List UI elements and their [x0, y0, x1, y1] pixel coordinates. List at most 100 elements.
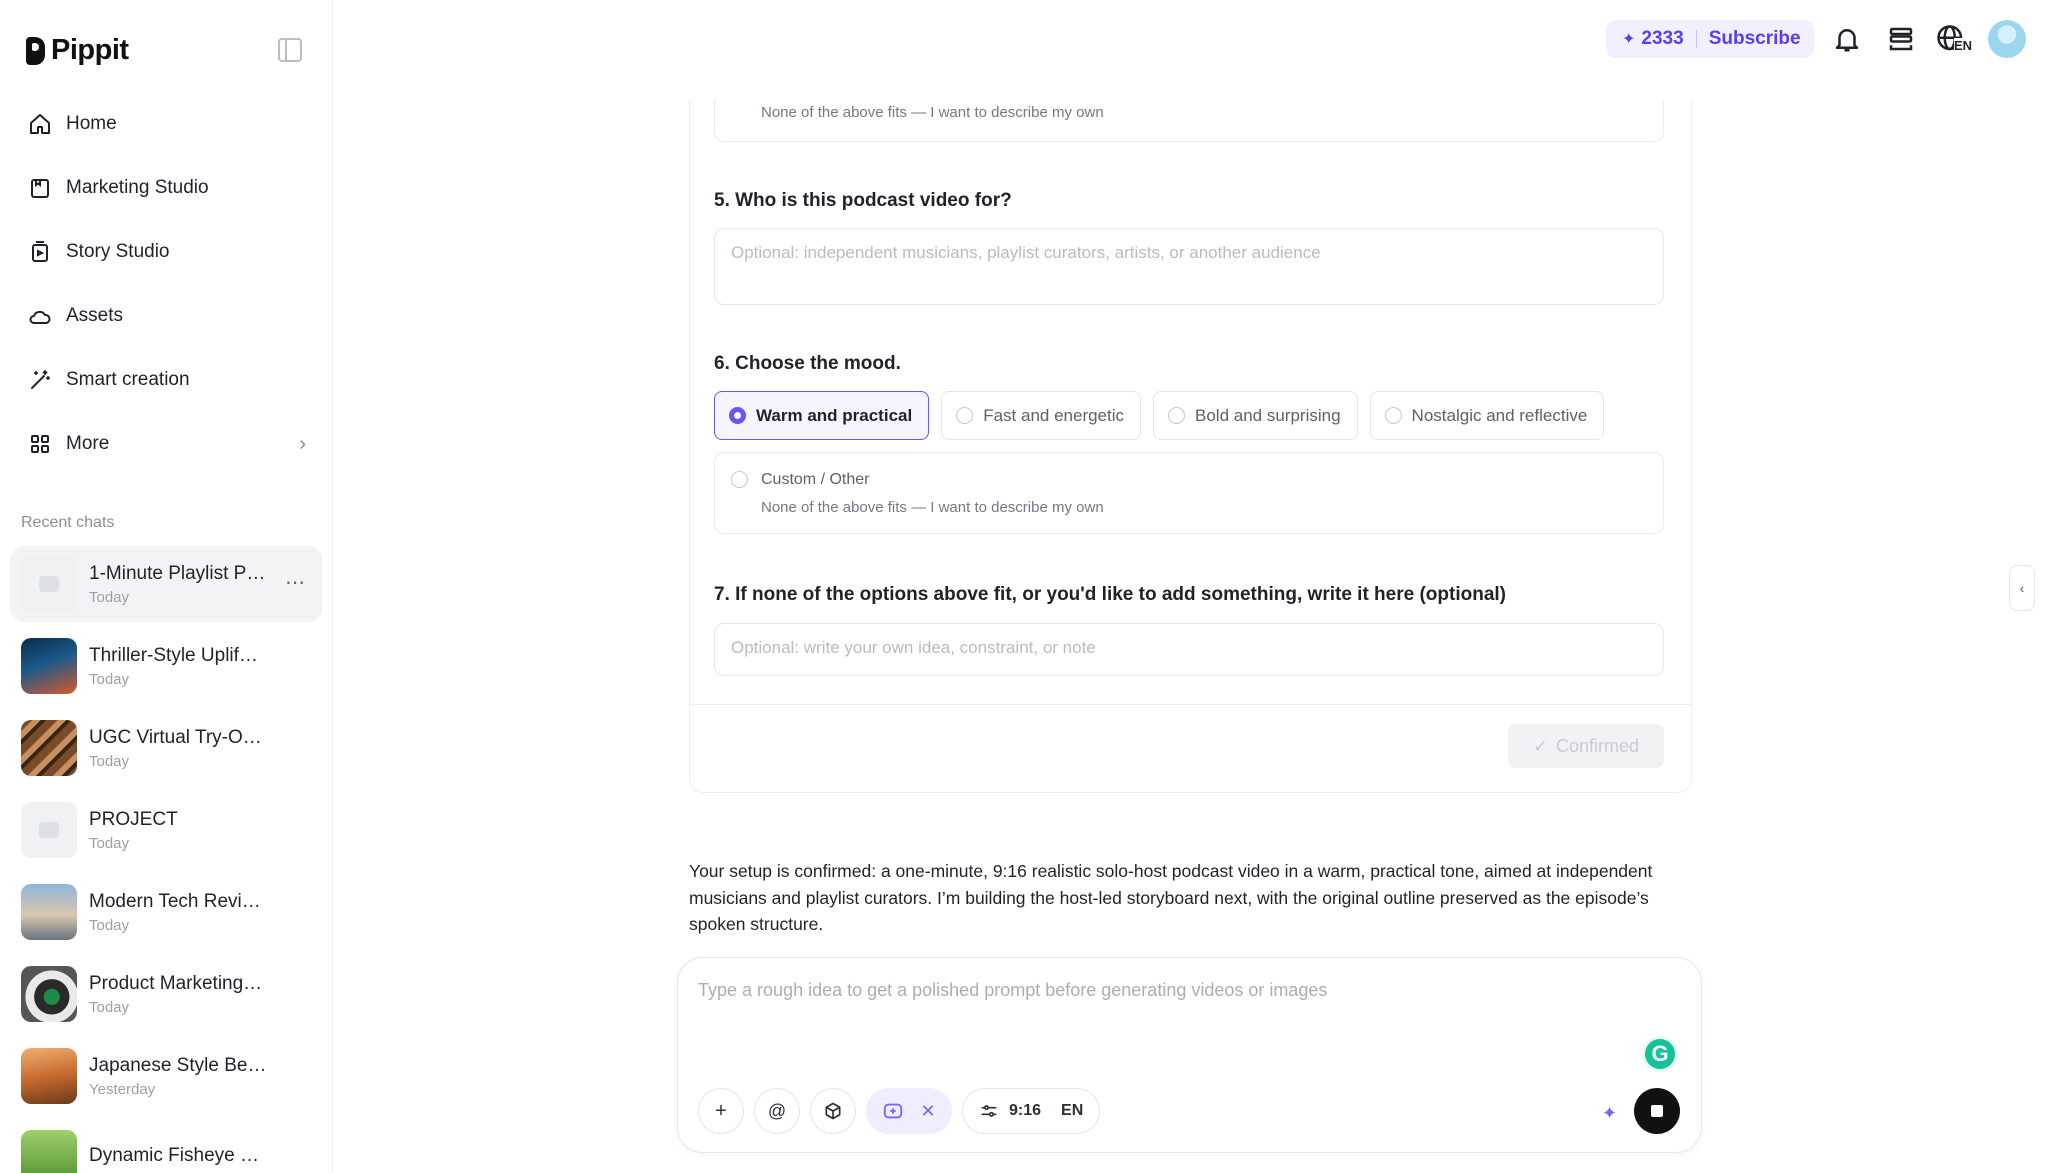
mention-button[interactable]: @ — [754, 1088, 800, 1134]
agent-mode-icon — [884, 1103, 903, 1119]
mood-option-custom[interactable]: Custom / Other None of the above fits — … — [714, 452, 1664, 534]
home-icon — [30, 114, 50, 134]
nav-item-home[interactable]: Home — [16, 100, 316, 148]
chat-item[interactable]: Thriller-Style Uplif… Today — [10, 628, 322, 704]
cloud-icon — [29, 310, 51, 324]
nav-item-story-studio[interactable]: Story Studio — [16, 228, 316, 276]
radio-selected-icon — [729, 407, 746, 424]
chevron-left-icon[interactable]: ‹ — [2009, 565, 2035, 611]
chat-item[interactable]: 1-Minute Playlist P… Today ⋯ — [10, 546, 322, 622]
nav-label: Smart creation — [66, 369, 190, 390]
at-icon: @ — [767, 1100, 787, 1121]
language-label: EN — [1954, 38, 1973, 53]
nav-label: Marketing Studio — [66, 177, 209, 198]
chat-title: Modern Tech Revi… — [89, 890, 261, 912]
chat-time: Yesterday — [89, 1080, 156, 1098]
agent-mode-chip[interactable]: ✕ — [866, 1088, 952, 1134]
app-name: Pippit — [51, 34, 129, 66]
grammarly-icon[interactable]: G — [1642, 1036, 1678, 1072]
cube-icon — [825, 1102, 841, 1120]
grid-icon — [31, 435, 49, 453]
chat-title: 1-Minute Playlist P… — [89, 562, 266, 584]
video-settings-button[interactable]: 9:16 EN — [962, 1088, 1101, 1134]
mood-label: Bold and surprising — [1195, 405, 1341, 425]
chat-thumbnail — [21, 966, 77, 1022]
mood-option-warm-practical[interactable]: Warm and practical — [714, 391, 930, 440]
chat-item[interactable]: UGC Virtual Try-O… Today — [10, 710, 322, 786]
chat-time: Today — [89, 998, 130, 1016]
mood-option-nostalgic-reflective[interactable]: Nostalgic and reflective — [1369, 391, 1605, 440]
bell-icon[interactable] — [1832, 24, 1862, 54]
calendar-icon — [31, 179, 49, 198]
radio-icon — [731, 471, 748, 488]
question-6-title: 6. Choose the mood. — [714, 353, 901, 374]
chat-item[interactable]: PROJECT Today — [10, 792, 322, 868]
sparkle-icon: ✦ — [1622, 31, 1636, 48]
radio-icon — [1168, 407, 1186, 424]
sidebar: Pippit Home Marketing Studio Story Studi… — [0, 0, 333, 1173]
chat-thumbnail — [21, 720, 77, 776]
nav-item-marketing-studio[interactable]: Marketing Studio — [16, 164, 316, 212]
chat-title: Dynamic Fisheye … — [89, 1145, 259, 1166]
nav-item-smart-creation[interactable]: Smart creation — [16, 356, 316, 404]
model-button[interactable] — [810, 1088, 856, 1134]
stop-generation-button[interactable] — [1634, 1088, 1680, 1134]
additional-notes-input[interactable]: Optional: write your own idea, constrain… — [714, 623, 1664, 676]
app-logo[interactable]: Pippit — [26, 34, 129, 67]
custom-option-description: None of the above fits — I want to descr… — [761, 104, 1104, 121]
composer-toolbar: + @ ✕ 9:16 EN — [698, 1088, 1101, 1134]
previous-custom-option[interactable]: None of the above fits — I want to descr… — [714, 100, 1664, 142]
collapse-sidebar-icon[interactable] — [278, 38, 302, 62]
prompt-composer: Type a rough idea to get a polished prom… — [677, 957, 1702, 1153]
radio-icon — [1384, 407, 1402, 424]
remove-chip-icon[interactable]: ✕ — [920, 1101, 935, 1122]
language-switcher[interactable]: EN — [1936, 24, 1976, 54]
chat-thumbnail — [21, 556, 77, 612]
assistant-message: Your setup is confirmed: a one-minute, 9… — [689, 861, 1653, 934]
mood-option-fast-energetic[interactable]: Fast and energetic — [941, 391, 1142, 440]
chat-item[interactable]: Japanese Style Be… Yesterday — [10, 1038, 322, 1114]
prompt-input[interactable]: Type a rough idea to get a polished prom… — [698, 980, 1658, 1001]
audience-input[interactable]: Optional: independent musicians, playlis… — [714, 228, 1664, 305]
nav-item-assets[interactable]: Assets — [16, 292, 316, 340]
chat-title: PROJECT — [89, 808, 178, 830]
magic-wand-icon — [31, 370, 50, 389]
nav-label: Assets — [66, 305, 124, 326]
stack-icon[interactable] — [1886, 24, 1916, 54]
chevron-right-icon: › — [299, 432, 306, 455]
more-options-icon[interactable]: ⋯ — [285, 570, 306, 595]
custom-option-title: Custom / Other — [761, 471, 870, 488]
chat-time: Today — [89, 834, 130, 852]
chat-time: Today — [89, 916, 130, 934]
nav-item-more[interactable]: More › — [16, 420, 316, 468]
custom-option-description: None of the above fits — I want to descr… — [761, 499, 1104, 516]
mood-options: Warm and practical Fast and energetic Bo… — [714, 391, 1605, 440]
add-button[interactable]: + — [698, 1088, 744, 1134]
sparkle-icon: ✦ — [1602, 1103, 1618, 1123]
chat-title: Japanese Style Be… — [89, 1054, 267, 1076]
chat-title: Product Marketing… — [89, 972, 263, 994]
nav-label: Home — [66, 113, 117, 134]
chat-item[interactable]: Dynamic Fisheye … — [10, 1120, 322, 1173]
language-value: EN — [1061, 1102, 1084, 1119]
book-icon — [32, 241, 48, 262]
nav-label: More — [66, 433, 110, 454]
pippit-logo-icon — [26, 36, 45, 65]
chat-thumbnail — [21, 884, 77, 940]
subscribe-button[interactable]: Subscribe — [1709, 28, 1801, 50]
plus-icon: + — [715, 1099, 727, 1122]
chat-item[interactable]: Product Marketing… Today — [10, 956, 322, 1032]
chat-item[interactable]: Modern Tech Revi… Today — [10, 874, 322, 950]
chat-thumbnail — [21, 1048, 77, 1104]
user-avatar[interactable] — [1988, 20, 2026, 58]
chat-thumbnail — [21, 638, 77, 694]
mood-option-bold-surprising[interactable]: Bold and surprising — [1153, 391, 1358, 440]
chat-thumbnail — [21, 1130, 77, 1173]
aspect-ratio-value: 9:16 — [1009, 1102, 1042, 1119]
recent-chat-list: 1-Minute Playlist P… Today ⋯ Thriller-St… — [10, 546, 322, 1173]
recent-chats-heading: Recent chats — [21, 514, 115, 531]
chat-thumbnail — [21, 802, 77, 858]
credits-subscribe-pill[interactable]: ✦ 2333 Subscribe — [1606, 20, 1814, 58]
question-7-title: 7. If none of the options above fit, or … — [714, 584, 1506, 605]
confirmed-label: Confirmed — [1556, 735, 1640, 756]
